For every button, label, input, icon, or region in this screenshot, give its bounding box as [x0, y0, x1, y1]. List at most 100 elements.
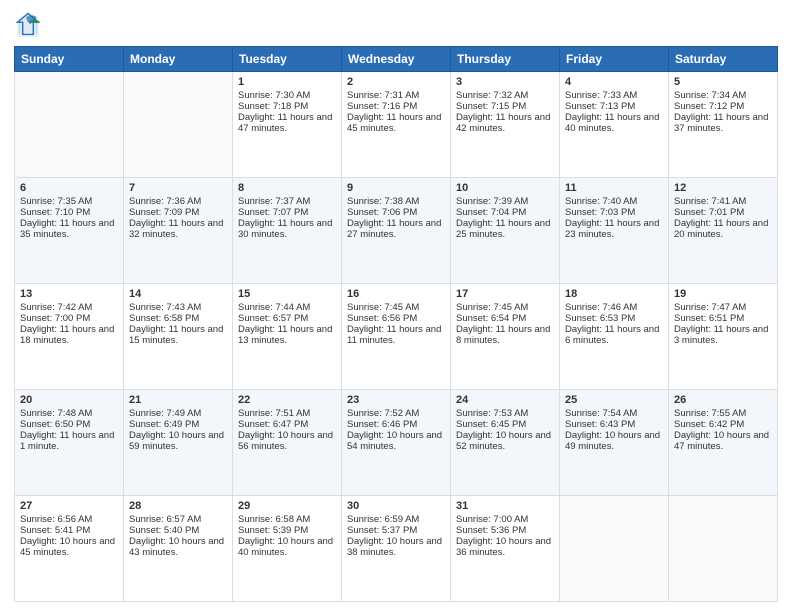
- sunset-text: Sunset: 7:07 PM: [238, 207, 308, 218]
- calendar-cell: 12Sunrise: 7:41 AMSunset: 7:01 PMDayligh…: [669, 178, 778, 284]
- daylight-text: Daylight: 11 hours and 18 minutes.: [20, 324, 114, 346]
- daylight-text: Daylight: 11 hours and 15 minutes.: [129, 324, 223, 346]
- calendar-cell: 4Sunrise: 7:33 AMSunset: 7:13 PMDaylight…: [560, 72, 669, 178]
- calendar-cell: 25Sunrise: 7:54 AMSunset: 6:43 PMDayligh…: [560, 390, 669, 496]
- sunrise-text: Sunrise: 6:58 AM: [238, 514, 310, 525]
- calendar-cell: 7Sunrise: 7:36 AMSunset: 7:09 PMDaylight…: [124, 178, 233, 284]
- calendar-cell: 2Sunrise: 7:31 AMSunset: 7:16 PMDaylight…: [342, 72, 451, 178]
- sunrise-text: Sunrise: 7:44 AM: [238, 302, 310, 313]
- daylight-text: Daylight: 11 hours and 37 minutes.: [674, 112, 768, 134]
- day-number: 26: [674, 394, 772, 406]
- sunset-text: Sunset: 6:47 PM: [238, 419, 308, 430]
- day-number: 16: [347, 288, 445, 300]
- sunset-text: Sunset: 6:49 PM: [129, 419, 199, 430]
- sunrise-text: Sunrise: 7:34 AM: [674, 90, 746, 101]
- day-number: 13: [20, 288, 118, 300]
- calendar-cell: 21Sunrise: 7:49 AMSunset: 6:49 PMDayligh…: [124, 390, 233, 496]
- day-number: 21: [129, 394, 227, 406]
- sunrise-text: Sunrise: 7:38 AM: [347, 196, 419, 207]
- sunset-text: Sunset: 7:13 PM: [565, 101, 635, 112]
- day-header-tuesday: Tuesday: [233, 47, 342, 72]
- sunset-text: Sunset: 6:58 PM: [129, 313, 199, 324]
- sunset-text: Sunset: 7:06 PM: [347, 207, 417, 218]
- sunset-text: Sunset: 5:40 PM: [129, 525, 199, 536]
- sunset-text: Sunset: 6:56 PM: [347, 313, 417, 324]
- daylight-text: Daylight: 10 hours and 45 minutes.: [20, 536, 115, 558]
- sunrise-text: Sunrise: 7:53 AM: [456, 408, 528, 419]
- sunset-text: Sunset: 5:37 PM: [347, 525, 417, 536]
- calendar-cell: 24Sunrise: 7:53 AMSunset: 6:45 PMDayligh…: [451, 390, 560, 496]
- day-header-wednesday: Wednesday: [342, 47, 451, 72]
- day-number: 9: [347, 182, 445, 194]
- sunrise-text: Sunrise: 7:30 AM: [238, 90, 310, 101]
- calendar-cell: [124, 72, 233, 178]
- sunrise-text: Sunrise: 7:00 AM: [456, 514, 528, 525]
- sunrise-text: Sunrise: 7:39 AM: [456, 196, 528, 207]
- day-number: 1: [238, 76, 336, 88]
- day-number: 4: [565, 76, 663, 88]
- logo-icon: [14, 10, 42, 38]
- sunrise-text: Sunrise: 7:33 AM: [565, 90, 637, 101]
- calendar-cell: 10Sunrise: 7:39 AMSunset: 7:04 PMDayligh…: [451, 178, 560, 284]
- day-header-thursday: Thursday: [451, 47, 560, 72]
- sunset-text: Sunset: 5:36 PM: [456, 525, 526, 536]
- day-number: 23: [347, 394, 445, 406]
- sunset-text: Sunset: 7:16 PM: [347, 101, 417, 112]
- sunrise-text: Sunrise: 6:57 AM: [129, 514, 201, 525]
- daylight-text: Daylight: 10 hours and 49 minutes.: [565, 430, 660, 452]
- day-number: 5: [674, 76, 772, 88]
- calendar-cell: 31Sunrise: 7:00 AMSunset: 5:36 PMDayligh…: [451, 496, 560, 602]
- calendar-cell: 28Sunrise: 6:57 AMSunset: 5:40 PMDayligh…: [124, 496, 233, 602]
- day-header-saturday: Saturday: [669, 47, 778, 72]
- sunrise-text: Sunrise: 7:40 AM: [565, 196, 637, 207]
- calendar-cell: 9Sunrise: 7:38 AMSunset: 7:06 PMDaylight…: [342, 178, 451, 284]
- sunrise-text: Sunrise: 7:35 AM: [20, 196, 92, 207]
- daylight-text: Daylight: 11 hours and 47 minutes.: [238, 112, 332, 134]
- day-header-monday: Monday: [124, 47, 233, 72]
- daylight-text: Daylight: 10 hours and 52 minutes.: [456, 430, 551, 452]
- week-row-1: 1Sunrise: 7:30 AMSunset: 7:18 PMDaylight…: [15, 72, 778, 178]
- day-number: 7: [129, 182, 227, 194]
- sunrise-text: Sunrise: 7:54 AM: [565, 408, 637, 419]
- sunrise-text: Sunrise: 7:41 AM: [674, 196, 746, 207]
- sunset-text: Sunset: 5:41 PM: [20, 525, 90, 536]
- day-number: 30: [347, 500, 445, 512]
- day-number: 22: [238, 394, 336, 406]
- sunrise-text: Sunrise: 7:37 AM: [238, 196, 310, 207]
- calendar-cell: 27Sunrise: 6:56 AMSunset: 5:41 PMDayligh…: [15, 496, 124, 602]
- sunset-text: Sunset: 6:54 PM: [456, 313, 526, 324]
- sunset-text: Sunset: 6:46 PM: [347, 419, 417, 430]
- day-header-sunday: Sunday: [15, 47, 124, 72]
- sunrise-text: Sunrise: 7:45 AM: [456, 302, 528, 313]
- calendar-cell: 6Sunrise: 7:35 AMSunset: 7:10 PMDaylight…: [15, 178, 124, 284]
- sunset-text: Sunset: 6:57 PM: [238, 313, 308, 324]
- day-number: 2: [347, 76, 445, 88]
- calendar-cell: 20Sunrise: 7:48 AMSunset: 6:50 PMDayligh…: [15, 390, 124, 496]
- sunrise-text: Sunrise: 7:47 AM: [674, 302, 746, 313]
- daylight-text: Daylight: 11 hours and 35 minutes.: [20, 218, 114, 240]
- page: SundayMondayTuesdayWednesdayThursdayFrid…: [0, 0, 792, 612]
- calendar-cell: 13Sunrise: 7:42 AMSunset: 7:00 PMDayligh…: [15, 284, 124, 390]
- sunset-text: Sunset: 6:51 PM: [674, 313, 744, 324]
- sunset-text: Sunset: 6:43 PM: [565, 419, 635, 430]
- sunrise-text: Sunrise: 7:45 AM: [347, 302, 419, 313]
- calendar-cell: 29Sunrise: 6:58 AMSunset: 5:39 PMDayligh…: [233, 496, 342, 602]
- daylight-text: Daylight: 10 hours and 38 minutes.: [347, 536, 442, 558]
- calendar-cell: 5Sunrise: 7:34 AMSunset: 7:12 PMDaylight…: [669, 72, 778, 178]
- daylight-text: Daylight: 11 hours and 42 minutes.: [456, 112, 550, 134]
- calendar-cell: 16Sunrise: 7:45 AMSunset: 6:56 PMDayligh…: [342, 284, 451, 390]
- day-number: 19: [674, 288, 772, 300]
- week-row-3: 13Sunrise: 7:42 AMSunset: 7:00 PMDayligh…: [15, 284, 778, 390]
- sunrise-text: Sunrise: 7:52 AM: [347, 408, 419, 419]
- daylight-text: Daylight: 10 hours and 40 minutes.: [238, 536, 333, 558]
- calendar-cell: 3Sunrise: 7:32 AMSunset: 7:15 PMDaylight…: [451, 72, 560, 178]
- day-number: 15: [238, 288, 336, 300]
- day-number: 28: [129, 500, 227, 512]
- calendar-cell: 1Sunrise: 7:30 AMSunset: 7:18 PMDaylight…: [233, 72, 342, 178]
- day-number: 6: [20, 182, 118, 194]
- day-number: 31: [456, 500, 554, 512]
- logo: [14, 10, 46, 38]
- week-row-2: 6Sunrise: 7:35 AMSunset: 7:10 PMDaylight…: [15, 178, 778, 284]
- sunrise-text: Sunrise: 6:56 AM: [20, 514, 92, 525]
- sunset-text: Sunset: 6:45 PM: [456, 419, 526, 430]
